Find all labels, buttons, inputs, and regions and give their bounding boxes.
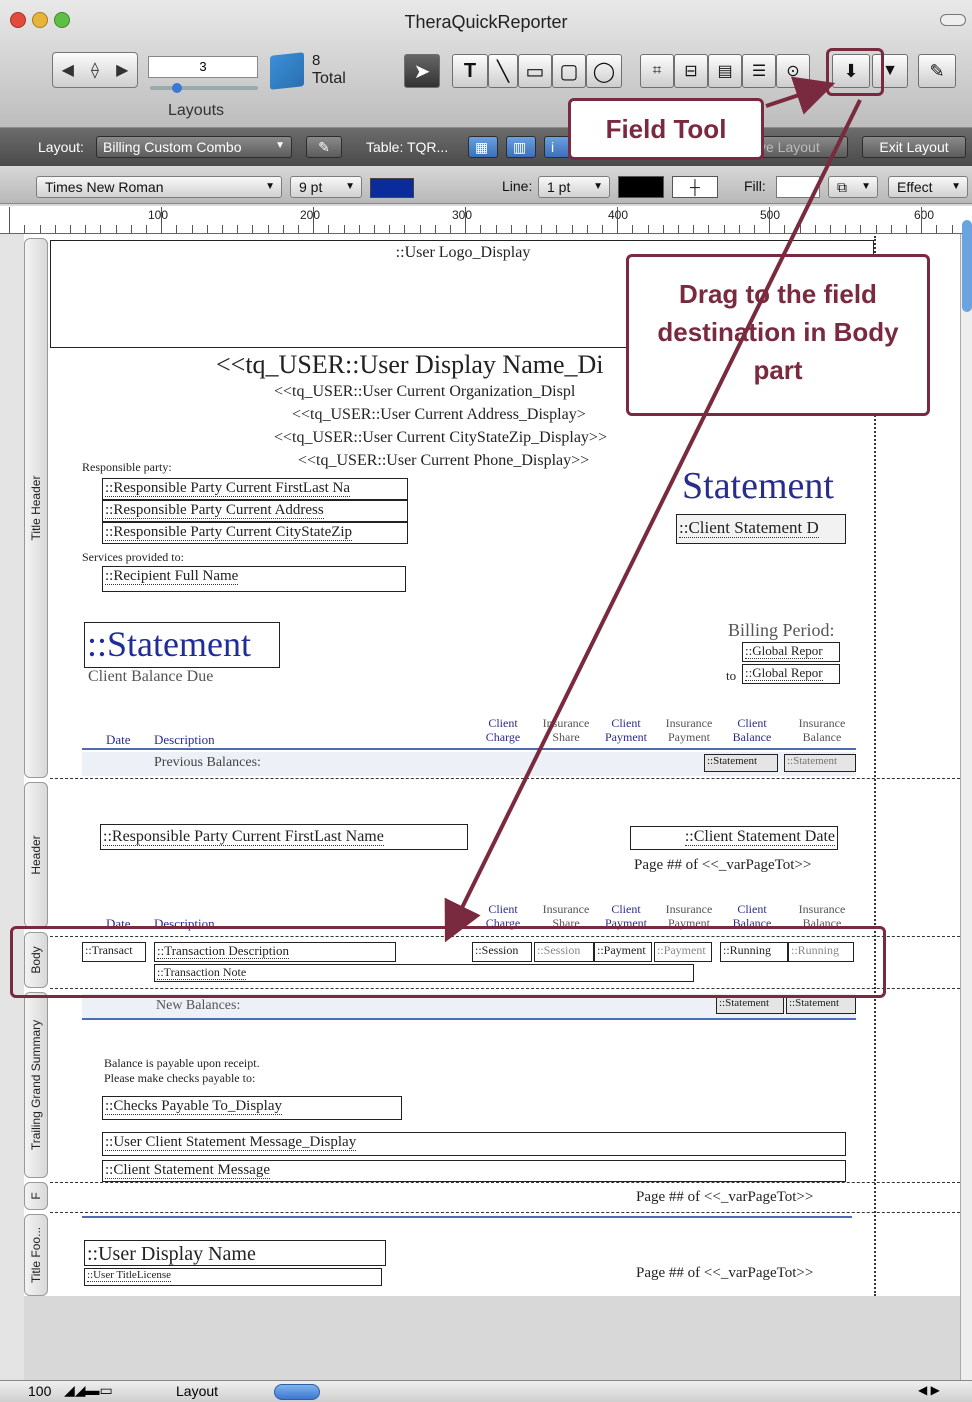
arrow-to-field-tool — [765, 76, 836, 115]
arrow-to-body-part — [444, 99, 862, 943]
app-window: TheraQuickReporter ◀ ⟠ ▶ 3 Layouts 8 Tot… — [0, 0, 972, 1402]
arrows-overlay — [444, 76, 862, 943]
